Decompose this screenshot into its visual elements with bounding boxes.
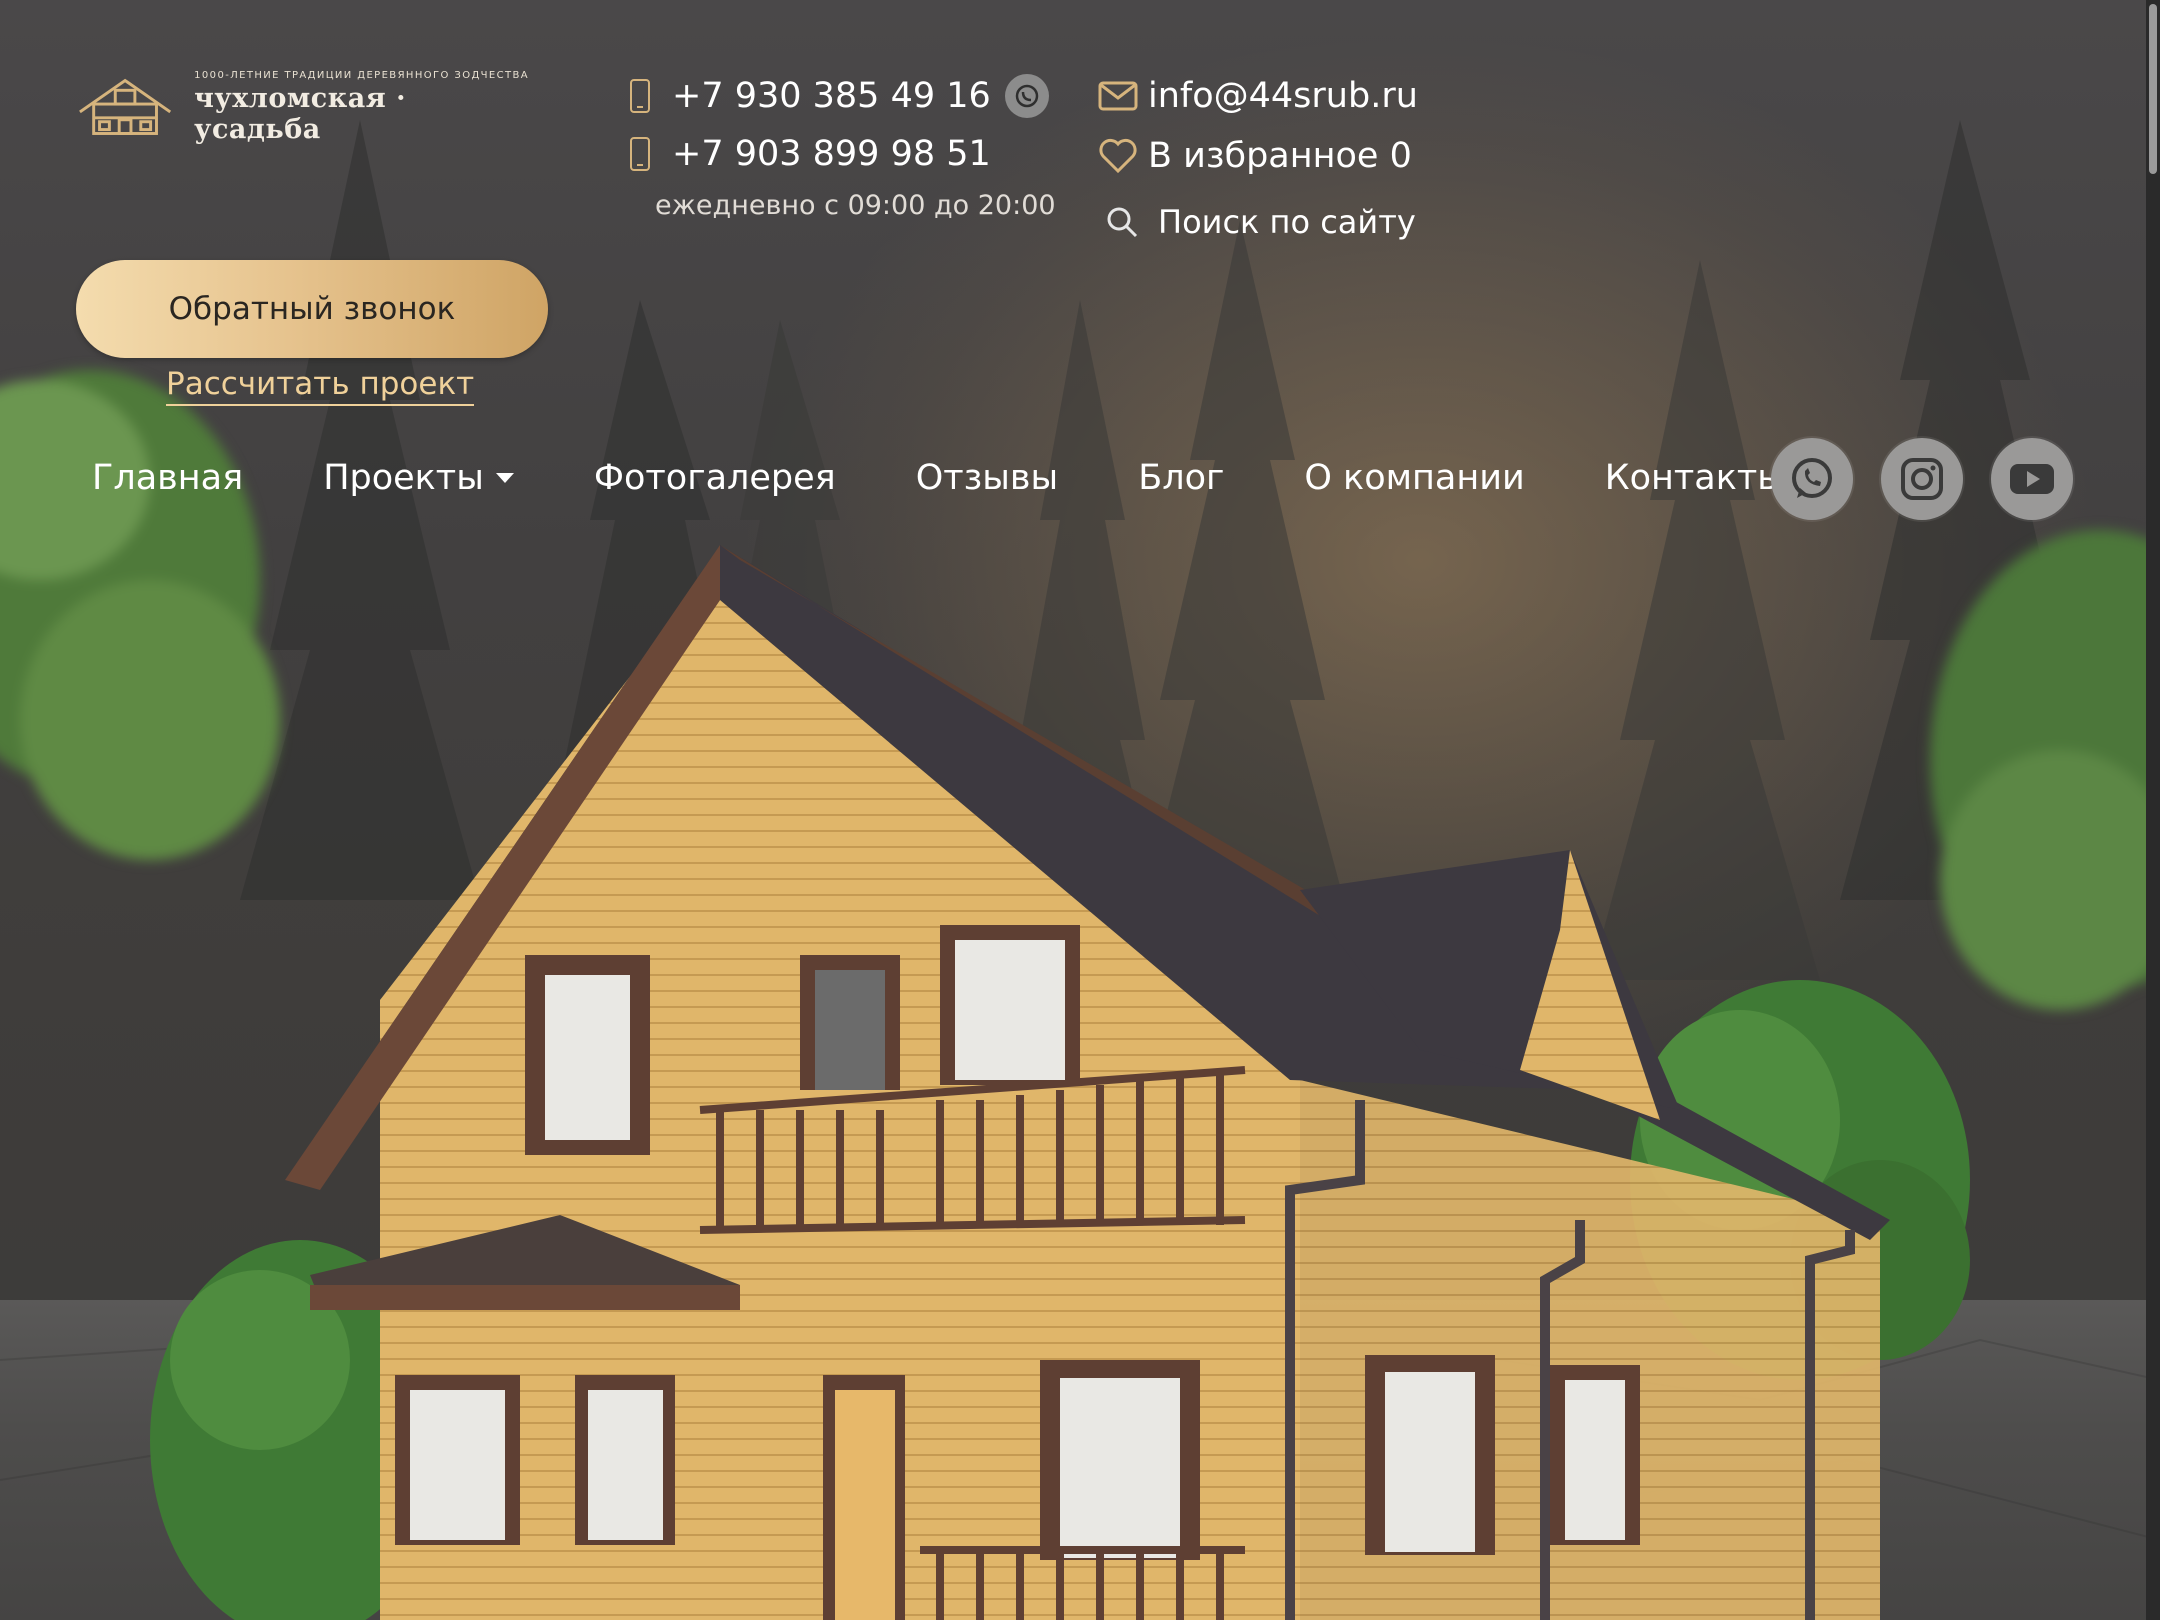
nav-item-about[interactable]: О компании (1304, 458, 1524, 498)
instagram-button[interactable] (1881, 438, 1963, 520)
youtube-button[interactable] (1991, 438, 2073, 520)
nav-item-reviews[interactable]: Отзывы (916, 458, 1058, 498)
favorites-link[interactable]: В избранное 0 (1148, 136, 1412, 176)
instagram-icon (1901, 458, 1943, 500)
nav-item-gallery[interactable]: Фотогалерея (594, 458, 836, 498)
email-link[interactable]: info@44srub.ru (1148, 76, 1418, 116)
scrollbar[interactable] (2146, 0, 2160, 1620)
caret-down-icon (495, 473, 514, 483)
search-row[interactable]: Поиск по сайту (1100, 200, 1416, 244)
email-row[interactable]: info@44srub.ru (1096, 74, 1418, 118)
nav-item-projects[interactable]: Проекты (323, 458, 514, 498)
main-nav: Главная Проекты Фотогалерея Отзывы Блог … (92, 458, 1865, 498)
whatsapp-small-icon[interactable] (1004, 74, 1049, 118)
nav-item-projects-label: Проекты (323, 458, 484, 498)
logo-name: чухломская · усадьба (194, 82, 406, 145)
phone-row-2[interactable]: +7 903 899 98 51 (630, 134, 991, 174)
whatsapp-button[interactable] (1771, 438, 1853, 520)
favorites-row[interactable]: В избранное 0 (1096, 134, 1412, 178)
mobile-phone-icon (630, 137, 650, 171)
nav-item-contacts[interactable]: Контакты (1605, 458, 1785, 498)
working-hours: ежедневно с 09:00 до 20:00 (655, 190, 1056, 221)
phone-row-1[interactable]: +7 930 385 49 16 (630, 74, 1049, 118)
logo[interactable]: 1000-ЛЕТНИЕ ТРАДИЦИИ ДЕРЕВЯННОГО ЗОДЧЕСТ… (76, 69, 536, 145)
whatsapp-icon (1792, 458, 1832, 498)
mobile-phone-icon (630, 79, 650, 113)
scrollbar-thumb[interactable] (2149, 4, 2157, 174)
house-illustration (285, 545, 1890, 1620)
phone-number-2[interactable]: +7 903 899 98 51 (672, 134, 991, 174)
hero-background (0, 0, 2160, 1620)
nav-item-home[interactable]: Главная (92, 458, 243, 498)
nav-item-blog[interactable]: Блог (1138, 458, 1224, 498)
mail-icon (1096, 74, 1140, 118)
search-link[interactable]: Поиск по сайту (1158, 203, 1416, 241)
calculate-project-link[interactable]: Рассчитать проект (166, 366, 475, 406)
logo-tagline: 1000-ЛЕТНИЕ ТРАДИЦИИ ДЕРЕВЯННОГО ЗОДЧЕСТ… (194, 69, 530, 81)
phone-number-1[interactable]: +7 930 385 49 16 (672, 76, 991, 116)
heart-icon (1096, 134, 1140, 178)
search-icon[interactable] (1100, 200, 1144, 244)
youtube-icon (2010, 464, 2054, 494)
house-logo-icon (79, 78, 172, 135)
callback-button[interactable]: Обратный звонок (76, 260, 548, 358)
